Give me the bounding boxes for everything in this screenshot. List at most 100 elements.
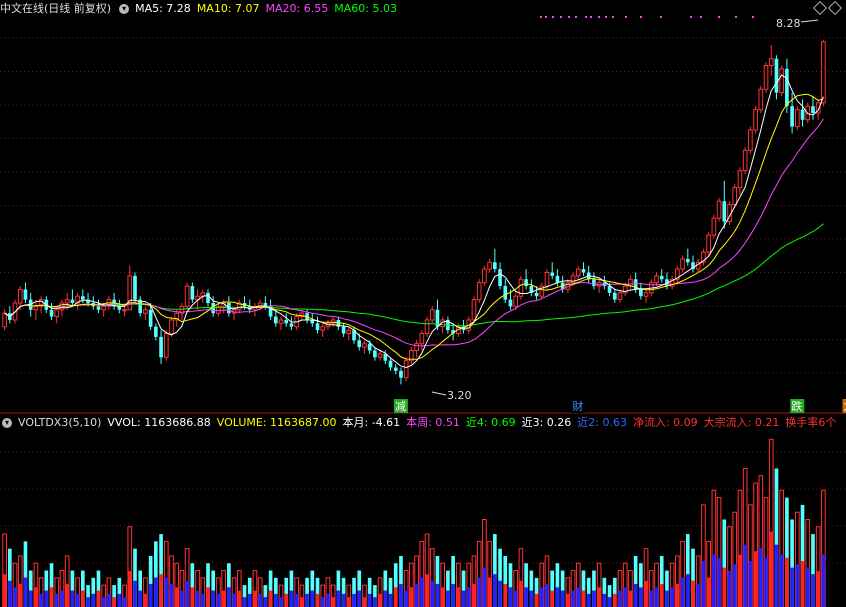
- signal-dot: [590, 16, 592, 18]
- volume-bar-lower: [722, 567, 727, 607]
- candle-body: [273, 316, 278, 324]
- volume-bar-lower: [732, 564, 737, 607]
- candle-body: [482, 268, 487, 284]
- candle-body: [143, 309, 148, 314]
- volume-bar-lower: [190, 587, 195, 607]
- volume-bar-lower: [7, 580, 12, 607]
- volume-bar-lower: [466, 587, 471, 607]
- volume-bar-lower: [341, 593, 346, 607]
- volume-bar-lower: [154, 577, 158, 607]
- volume-bar-lower: [200, 593, 205, 607]
- candle-body: [722, 201, 727, 222]
- volume-bar-lower: [738, 554, 742, 607]
- volume-bar-lower: [628, 590, 633, 607]
- high-price-label: 8.28: [776, 17, 801, 30]
- candle-body: [388, 360, 393, 368]
- signal-dot: [660, 16, 662, 18]
- volume-bar-lower: [555, 587, 560, 607]
- candle-body: [122, 309, 127, 312]
- volume-bar-lower: [435, 584, 440, 607]
- volume-bar-lower: [414, 584, 419, 607]
- candle-body: [64, 299, 70, 304]
- volume-bar-lower: [305, 593, 309, 607]
- signal-dot: [560, 16, 562, 18]
- volume-bar-lower: [560, 590, 565, 607]
- volume-bar-lower: [602, 593, 607, 607]
- candle-body: [544, 271, 550, 287]
- candle-body: [643, 292, 649, 297]
- high-arrow: [800, 19, 819, 23]
- volume-bar-lower: [300, 597, 304, 607]
- volume-bar-lower: [206, 587, 210, 607]
- candle-body: [33, 305, 39, 311]
- candle-body: [81, 296, 85, 300]
- signal-dot: [612, 16, 614, 18]
- volume-bar-lower: [409, 587, 414, 607]
- volume-bar-lower: [618, 590, 622, 607]
- candle-body: [154, 326, 158, 337]
- volume-bar-lower: [320, 597, 325, 607]
- volume-bar-lower: [185, 580, 189, 607]
- volume-bar-lower: [242, 597, 247, 607]
- candle-body: [575, 268, 581, 277]
- candle-body: [748, 129, 753, 151]
- candle-body: [794, 109, 800, 128]
- volume-bar-lower: [91, 593, 96, 607]
- volume-bar-lower: [263, 597, 268, 607]
- volume-bar-lower: [138, 590, 143, 607]
- volume-bar-lower: [122, 597, 127, 607]
- volume-bar-lower: [482, 567, 487, 607]
- volume-bar-lower: [101, 597, 106, 607]
- volume-bar-lower: [633, 584, 638, 607]
- candle-body: [403, 360, 409, 379]
- volume-bar-lower: [404, 590, 409, 607]
- candle-body: [163, 333, 169, 358]
- candle-body: [284, 319, 289, 324]
- volume-bar-lower: [639, 587, 643, 607]
- volume-bar-lower: [706, 577, 711, 607]
- volume-bar-lower: [247, 593, 252, 607]
- signal-dot: [575, 16, 577, 18]
- candle-body: [592, 279, 596, 287]
- candle-body: [429, 309, 435, 321]
- candle-body: [357, 340, 362, 348]
- signal-dot: [752, 16, 754, 18]
- candle-body: [96, 306, 101, 310]
- volume-bar-lower: [451, 584, 455, 607]
- candle-body: [367, 343, 372, 351]
- volume-bar-lower: [712, 554, 716, 607]
- stock-chart[interactable]: 8.283.20减财跌龙虎: [0, 0, 846, 607]
- candle-body: [524, 279, 528, 287]
- marker-label-0: 减: [395, 400, 406, 413]
- candle-body: [508, 299, 513, 307]
- volume-bar-lower: [758, 547, 763, 607]
- volume-bar-lower: [581, 590, 586, 607]
- volume-bar-lower: [539, 587, 544, 607]
- candle-body: [716, 200, 722, 219]
- volume-bar-lower: [795, 564, 800, 607]
- candle-body: [377, 353, 383, 358]
- volume-bar-lower: [221, 590, 226, 607]
- volume-bar-lower: [159, 574, 163, 607]
- volume-bar-lower: [821, 554, 826, 607]
- signal-dot: [552, 16, 554, 18]
- volume-bar-lower: [96, 590, 101, 607]
- volume-bar-lower: [769, 531, 774, 607]
- candle-body: [169, 319, 174, 335]
- volume-bar-lower: [811, 574, 815, 607]
- volume-bar-lower: [357, 590, 362, 607]
- candle-body: [758, 88, 764, 111]
- low-price-label: 3.20: [447, 389, 472, 402]
- candle-body: [654, 275, 659, 284]
- volume-bar-lower: [315, 593, 320, 607]
- volume-bar-lower: [425, 574, 429, 607]
- candle-body: [419, 333, 425, 345]
- candle-body: [706, 234, 711, 253]
- volume-bar-lower: [367, 593, 372, 607]
- volume-bar-lower: [388, 593, 393, 607]
- candle-body: [424, 319, 430, 335]
- volume-bar-lower: [326, 593, 330, 607]
- volume-bar-lower: [258, 593, 262, 607]
- volume-bar-lower: [2, 574, 7, 607]
- volume-bar-lower: [373, 597, 377, 607]
